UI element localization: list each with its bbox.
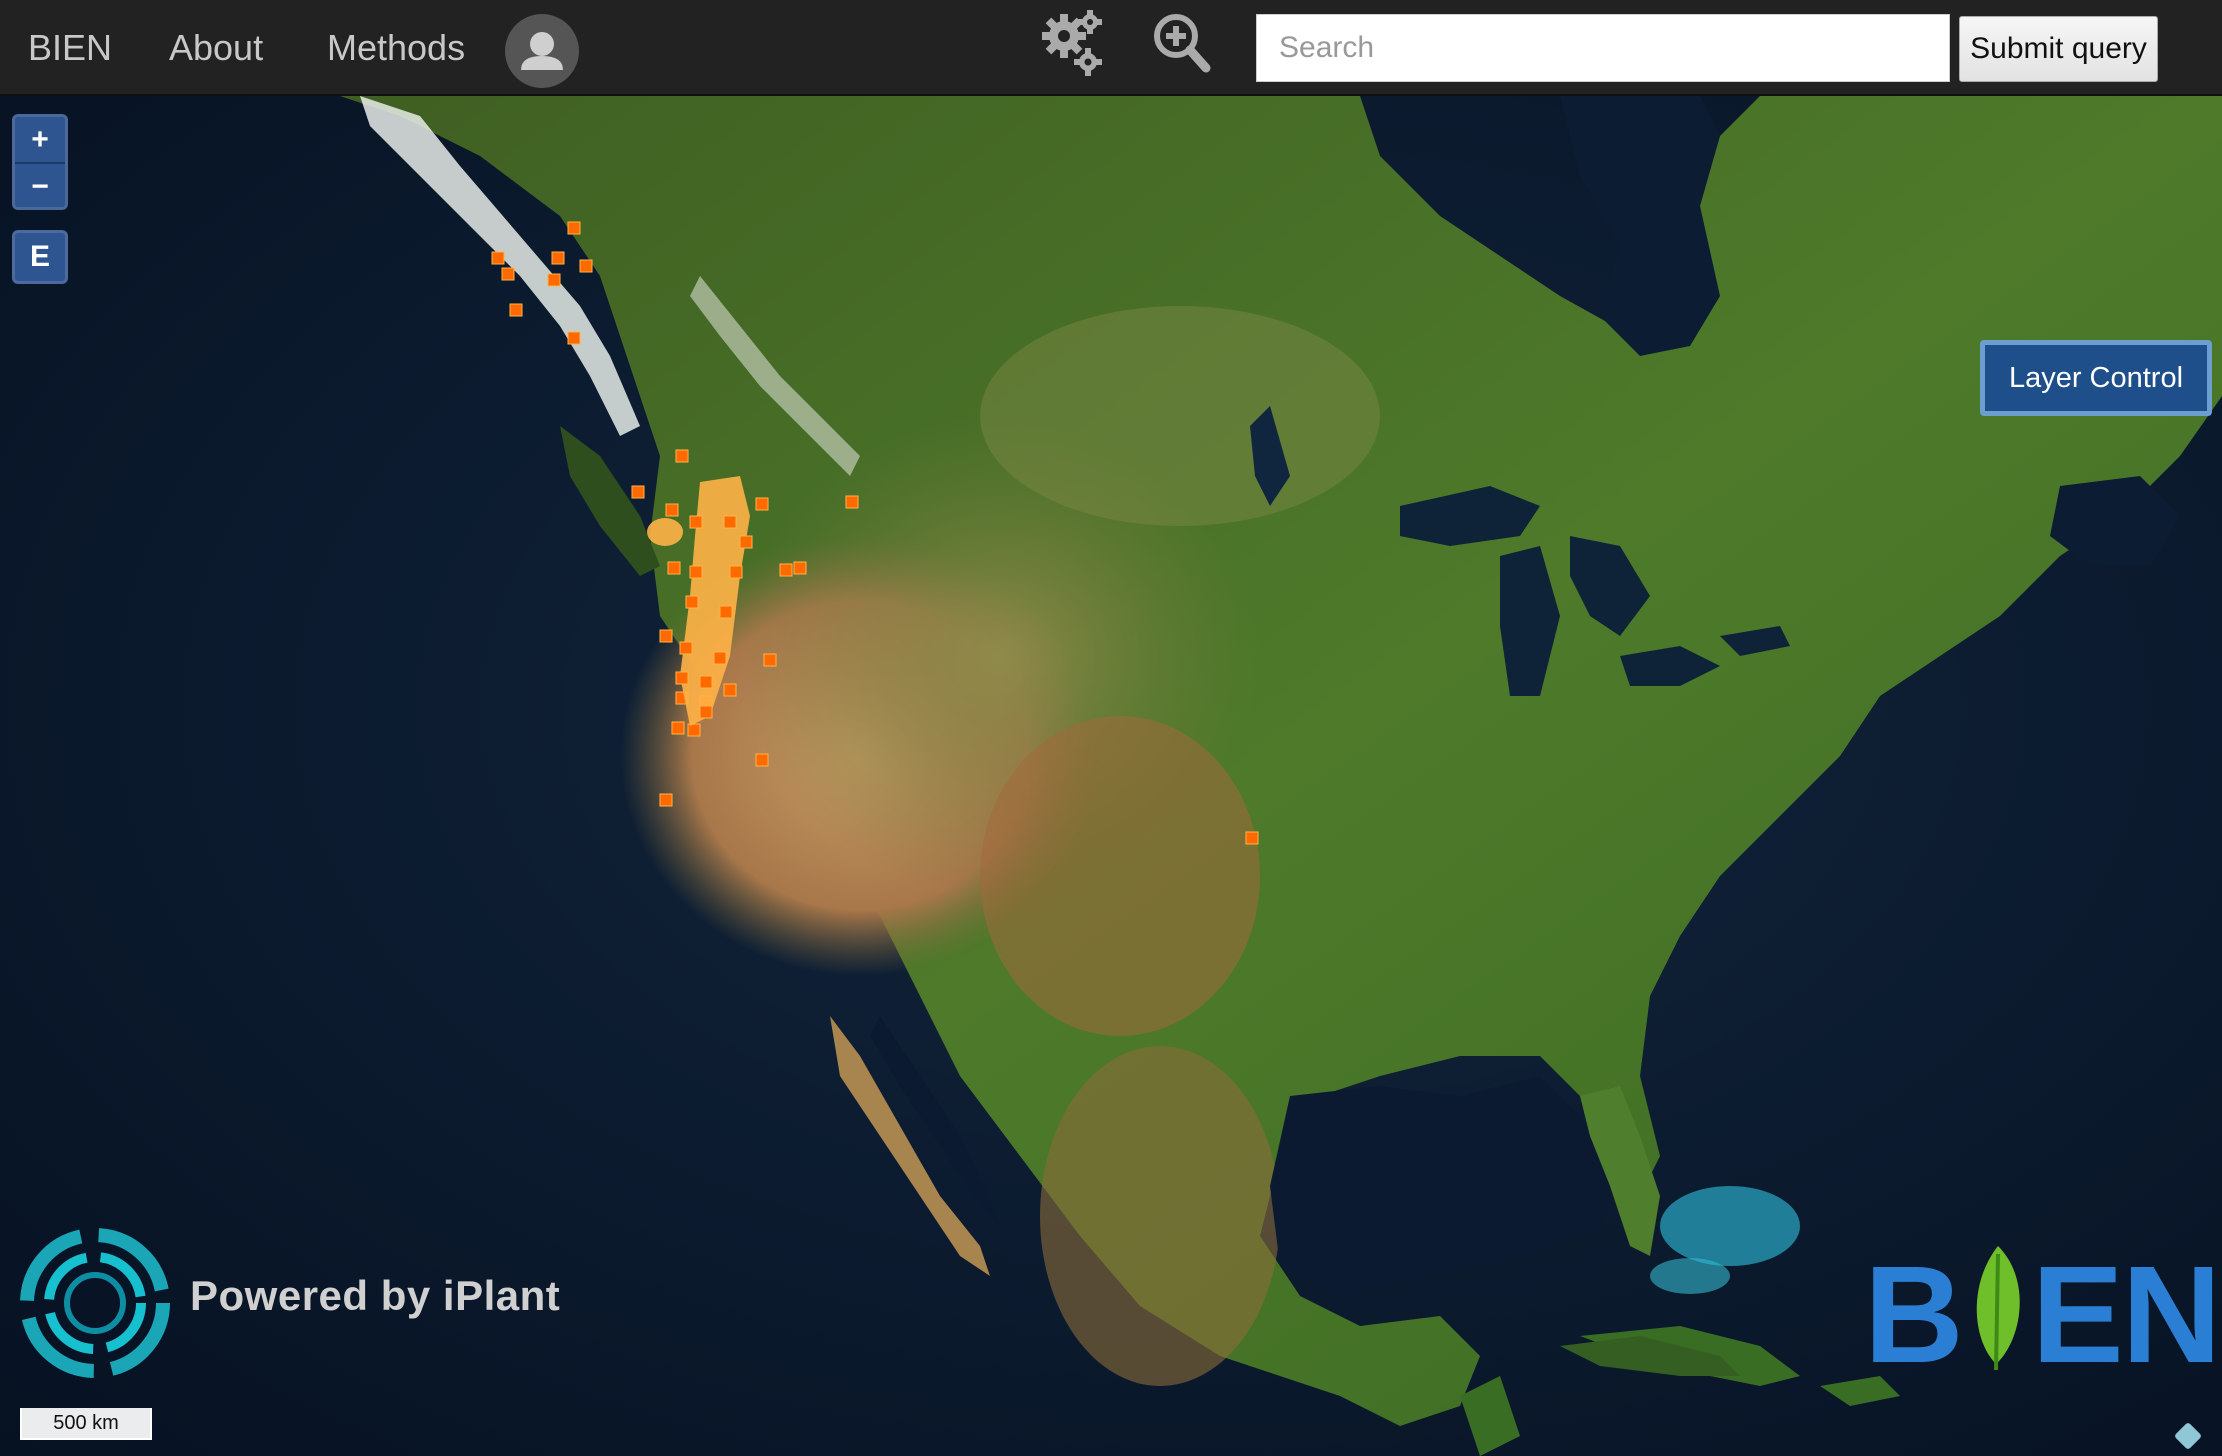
prairie-region bbox=[980, 306, 1380, 526]
iplant-powered-text: Powered by iPlant bbox=[190, 1272, 561, 1319]
settings-button[interactable] bbox=[1040, 8, 1108, 80]
map-view[interactable]: + − E Layer Control 500 km Powered by iP… bbox=[0, 96, 2222, 1456]
zoom-in-button[interactable]: + bbox=[15, 117, 65, 162]
user-icon bbox=[521, 32, 563, 70]
leaf-icon bbox=[1976, 1246, 2020, 1371]
mexico-highlands bbox=[1040, 1046, 1280, 1386]
extent-button[interactable]: E bbox=[12, 230, 68, 284]
user-button[interactable] bbox=[505, 14, 579, 88]
layer-control-button[interactable]: Layer Control bbox=[1980, 340, 2212, 416]
zoom-in-icon bbox=[1154, 14, 1211, 73]
scale-bar: 500 km bbox=[20, 1408, 152, 1440]
nav-about-link[interactable]: About bbox=[169, 0, 263, 96]
southern-plains bbox=[980, 716, 1260, 1036]
bien-logo-en: EN bbox=[2031, 1238, 2222, 1392]
zoom-out-button[interactable]: − bbox=[15, 162, 65, 207]
nav-methods-link[interactable]: Methods bbox=[327, 0, 465, 96]
bien-logo-b: B bbox=[1864, 1238, 1964, 1392]
bien-logo: B EN bbox=[1864, 1238, 2222, 1392]
top-navbar: BIEN About Methods Search Submit query bbox=[0, 0, 2222, 96]
iplant-logo-icon bbox=[20, 1228, 170, 1378]
search-input[interactable] bbox=[1256, 14, 1950, 82]
submit-query-button[interactable]: Submit query bbox=[1959, 16, 2158, 82]
brand-link[interactable]: BIEN bbox=[28, 0, 112, 96]
zoom-tool-button[interactable] bbox=[1150, 8, 1212, 78]
zoom-control: + − bbox=[12, 114, 68, 210]
gears-icon bbox=[1042, 10, 1102, 76]
